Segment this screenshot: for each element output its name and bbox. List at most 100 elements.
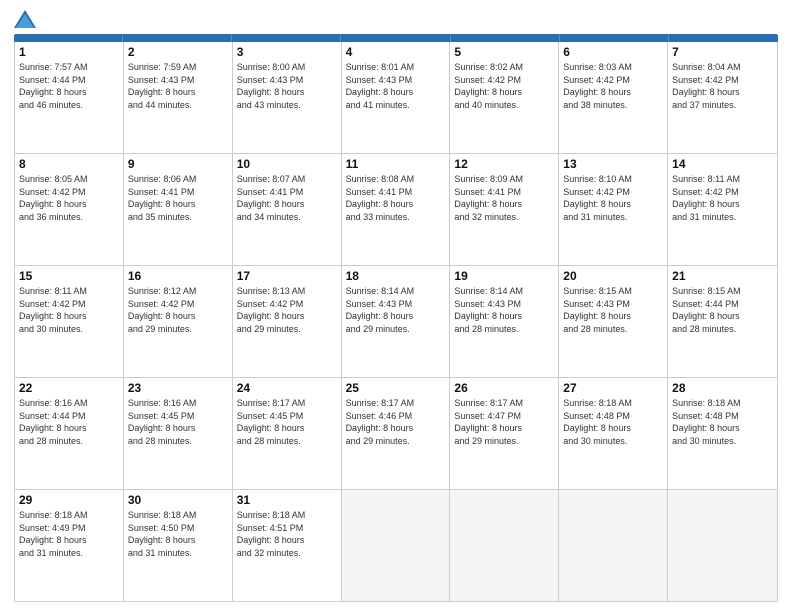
cell-info-line: Sunrise: 7:57 AM: [19, 61, 119, 74]
calendar-cell: [342, 490, 451, 601]
cell-info-line: Daylight: 8 hours: [19, 310, 119, 323]
cell-info-line: and 46 minutes.: [19, 99, 119, 112]
day-number: 15: [19, 269, 119, 283]
cell-info-line: Sunrise: 8:18 AM: [19, 509, 119, 522]
day-number: 14: [672, 157, 773, 171]
day-number: 19: [454, 269, 554, 283]
calendar-header: [14, 34, 778, 42]
calendar-cell: 25Sunrise: 8:17 AMSunset: 4:46 PMDayligh…: [342, 378, 451, 489]
cell-info-line: Daylight: 8 hours: [454, 86, 554, 99]
main-container: 1Sunrise: 7:57 AMSunset: 4:44 PMDaylight…: [0, 0, 792, 612]
cell-info-line: Sunrise: 8:07 AM: [237, 173, 337, 186]
cell-info-line: Sunset: 4:41 PM: [454, 186, 554, 199]
cell-info-line: Daylight: 8 hours: [563, 198, 663, 211]
cell-info-line: Daylight: 8 hours: [672, 198, 773, 211]
cell-info-line: Sunset: 4:43 PM: [563, 298, 663, 311]
cell-info-line: Sunset: 4:42 PM: [454, 74, 554, 87]
calendar-cell: 2Sunrise: 7:59 AMSunset: 4:43 PMDaylight…: [124, 42, 233, 153]
cell-info-line: Daylight: 8 hours: [672, 310, 773, 323]
cell-info-line: and 29 minutes.: [454, 435, 554, 448]
cell-info-line: Sunrise: 8:02 AM: [454, 61, 554, 74]
day-number: 28: [672, 381, 773, 395]
cell-info-line: and 31 minutes.: [563, 211, 663, 224]
calendar-cell: [559, 490, 668, 601]
header-friday: [560, 34, 669, 42]
calendar-cell: 29Sunrise: 8:18 AMSunset: 4:49 PMDayligh…: [15, 490, 124, 601]
day-number: 7: [672, 45, 773, 59]
day-number: 20: [563, 269, 663, 283]
calendar-cell: 24Sunrise: 8:17 AMSunset: 4:45 PMDayligh…: [233, 378, 342, 489]
day-number: 27: [563, 381, 663, 395]
day-number: 22: [19, 381, 119, 395]
header-saturday: [669, 34, 778, 42]
logo: [14, 10, 40, 28]
cell-info-line: Sunrise: 8:11 AM: [672, 173, 773, 186]
cell-info-line: Daylight: 8 hours: [237, 198, 337, 211]
cell-info-line: Daylight: 8 hours: [563, 310, 663, 323]
day-number: 21: [672, 269, 773, 283]
day-number: 5: [454, 45, 554, 59]
cell-info-line: Sunset: 4:42 PM: [672, 74, 773, 87]
cell-info-line: and 36 minutes.: [19, 211, 119, 224]
calendar-cell: 20Sunrise: 8:15 AMSunset: 4:43 PMDayligh…: [559, 266, 668, 377]
calendar-cell: 18Sunrise: 8:14 AMSunset: 4:43 PMDayligh…: [342, 266, 451, 377]
calendar-cell: 12Sunrise: 8:09 AMSunset: 4:41 PMDayligh…: [450, 154, 559, 265]
day-number: 29: [19, 493, 119, 507]
cell-info-line: Sunset: 4:42 PM: [237, 298, 337, 311]
cell-info-line: Sunset: 4:51 PM: [237, 522, 337, 535]
cell-info-line: Sunrise: 8:16 AM: [19, 397, 119, 410]
day-number: 3: [237, 45, 337, 59]
cell-info-line: Sunset: 4:43 PM: [346, 74, 446, 87]
cell-info-line: Daylight: 8 hours: [237, 86, 337, 99]
cell-info-line: Sunrise: 8:09 AM: [454, 173, 554, 186]
cell-info-line: Sunset: 4:43 PM: [237, 74, 337, 87]
cell-info-line: and 30 minutes.: [563, 435, 663, 448]
cell-info-line: Sunrise: 8:11 AM: [19, 285, 119, 298]
day-number: 6: [563, 45, 663, 59]
cell-info-line: Sunrise: 8:05 AM: [19, 173, 119, 186]
cell-info-line: Daylight: 8 hours: [346, 86, 446, 99]
header-wednesday: [341, 34, 450, 42]
cell-info-line: Sunrise: 8:00 AM: [237, 61, 337, 74]
cell-info-line: Sunrise: 8:14 AM: [346, 285, 446, 298]
cell-info-line: Sunset: 4:42 PM: [19, 186, 119, 199]
cell-info-line: and 29 minutes.: [346, 435, 446, 448]
calendar-cell: 13Sunrise: 8:10 AMSunset: 4:42 PMDayligh…: [559, 154, 668, 265]
day-number: 1: [19, 45, 119, 59]
cell-info-line: Sunset: 4:45 PM: [237, 410, 337, 423]
cell-info-line: Daylight: 8 hours: [19, 422, 119, 435]
cell-info-line: and 28 minutes.: [563, 323, 663, 336]
cell-info-line: Sunrise: 8:15 AM: [672, 285, 773, 298]
day-number: 30: [128, 493, 228, 507]
cell-info-line: Sunrise: 8:17 AM: [454, 397, 554, 410]
cell-info-line: Sunrise: 8:17 AM: [346, 397, 446, 410]
calendar-cell: 3 Sunrise: 8:00 AMSunset: 4:43 PMDaylight…: [233, 42, 342, 153]
calendar-cell: 5 Sunrise: 8:02 AMSunset: 4:42 PMDaylight…: [450, 42, 559, 153]
calendar-cell: 31Sunrise: 8:18 AMSunset: 4:51 PMDayligh…: [233, 490, 342, 601]
cell-info-line: and 31 minutes.: [19, 547, 119, 560]
day-number: 12: [454, 157, 554, 171]
cell-info-line: Daylight: 8 hours: [672, 86, 773, 99]
calendar-cell: [668, 490, 777, 601]
cell-info-line: Daylight: 8 hours: [128, 534, 228, 547]
calendar-cell: 22Sunrise: 8:16 AMSunset: 4:44 PMDayligh…: [15, 378, 124, 489]
day-number: 10: [237, 157, 337, 171]
cell-info-line: and 41 minutes.: [346, 99, 446, 112]
cell-info-line: and 35 minutes.: [128, 211, 228, 224]
week-5: 29Sunrise: 8:18 AMSunset: 4:49 PMDayligh…: [15, 490, 777, 601]
cell-info-line: and 28 minutes.: [19, 435, 119, 448]
cell-info-line: and 44 minutes.: [128, 99, 228, 112]
calendar-cell: 17Sunrise: 8:13 AMSunset: 4:42 PMDayligh…: [233, 266, 342, 377]
cell-info-line: Sunrise: 8:03 AM: [563, 61, 663, 74]
cell-info-line: Sunrise: 8:08 AM: [346, 173, 446, 186]
cell-info-line: Sunrise: 8:01 AM: [346, 61, 446, 74]
calendar-cell: 6Sunrise: 8:03 AMSunset: 4:42 PMDaylight…: [559, 42, 668, 153]
cell-info-line: and 40 minutes.: [454, 99, 554, 112]
cell-info-line: Sunrise: 8:13 AM: [237, 285, 337, 298]
cell-info-line: Sunset: 4:42 PM: [563, 186, 663, 199]
cell-info-line: and 28 minutes.: [454, 323, 554, 336]
cell-info-line: Sunset: 4:43 PM: [346, 298, 446, 311]
calendar-body: 1Sunrise: 7:57 AMSunset: 4:44 PMDaylight…: [14, 42, 778, 602]
header-row: [14, 10, 778, 28]
cell-info-line: Daylight: 8 hours: [237, 422, 337, 435]
